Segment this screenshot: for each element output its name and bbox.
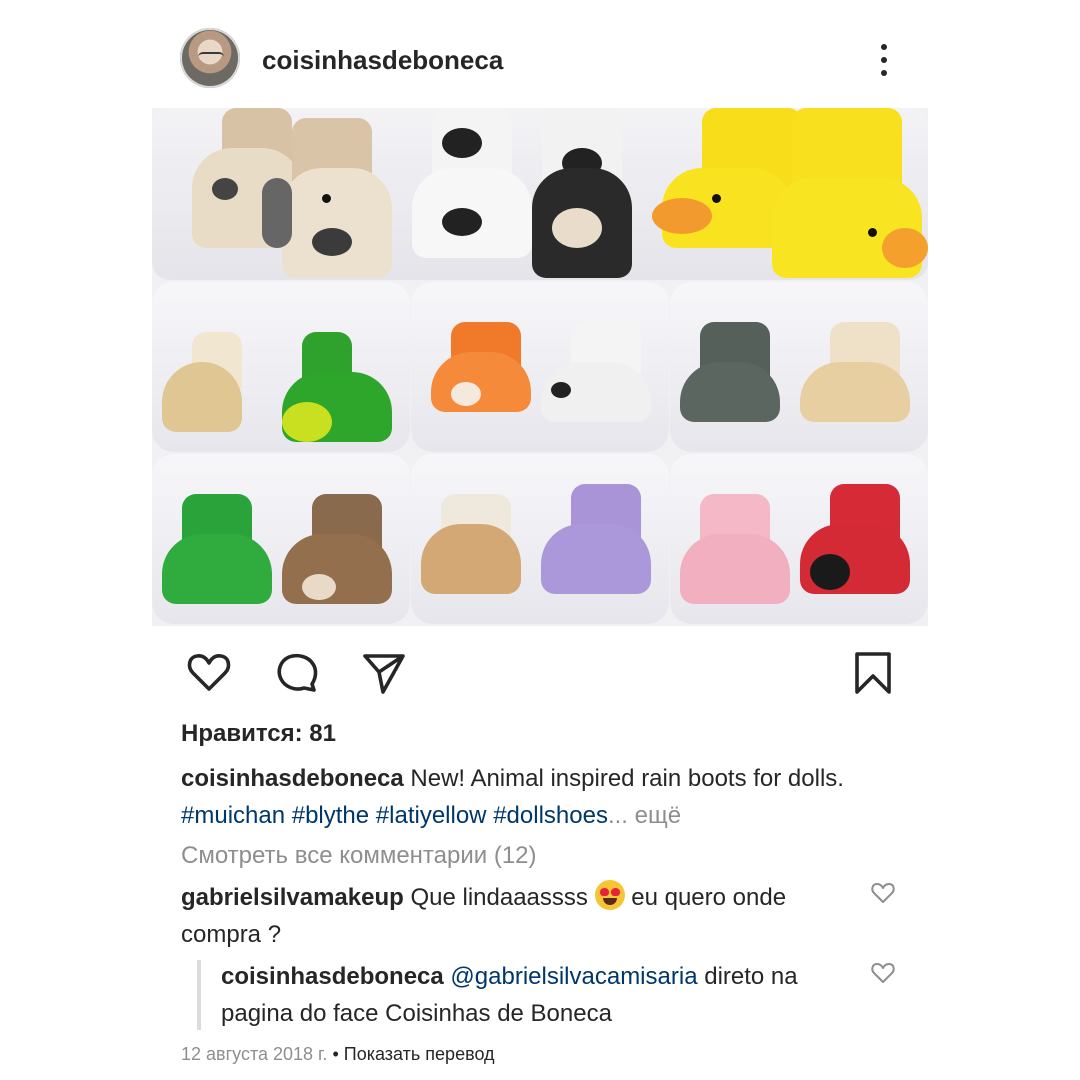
hashtag[interactable]: #dollshoes bbox=[493, 802, 608, 829]
show-translation-link[interactable]: Показать перевод bbox=[344, 1044, 495, 1064]
hashtag[interactable]: #blythe bbox=[292, 802, 369, 829]
view-all-comments-link[interactable]: Смотреть все комментарии (12) bbox=[181, 842, 537, 870]
reply-like-heart-icon[interactable] bbox=[870, 960, 896, 986]
post-caption: coisinhasdeboneca New! Animal inspired r… bbox=[181, 760, 871, 834]
comment-text: Que lindaaassss bbox=[410, 884, 588, 911]
action-bar bbox=[152, 640, 928, 700]
post-image[interactable] bbox=[152, 108, 928, 626]
post-date: 12 августа 2018 г. bbox=[181, 1044, 328, 1064]
meta-separator: • bbox=[332, 1044, 339, 1064]
heart-icon[interactable] bbox=[185, 648, 233, 696]
instagram-post: coisinhasdeboneca Нравится: 81 coisinhas… bbox=[152, 0, 928, 1080]
comment-like-heart-icon[interactable] bbox=[870, 880, 896, 906]
caption-text: New! Animal inspired rain boots for doll… bbox=[410, 765, 844, 792]
image-tile-cow-hippo bbox=[411, 454, 669, 624]
image-tile-elephant-giraffe bbox=[670, 282, 928, 452]
heart-eyes-emoji-icon bbox=[594, 880, 625, 910]
caption-ellipsis: ... bbox=[607, 802, 628, 829]
post-header: coisinhasdeboneca bbox=[152, 28, 928, 90]
image-tile-giraffe-frog bbox=[152, 282, 410, 452]
more-options-icon[interactable] bbox=[866, 40, 902, 80]
reply-comment: coisinhasdeboneca @gabrielsilvacamisaria… bbox=[221, 958, 841, 1032]
image-tile-fox-dalmatian bbox=[411, 282, 669, 452]
avatar[interactable] bbox=[180, 28, 240, 88]
mention-link[interactable]: @gabrielsilvacamisaria bbox=[450, 963, 697, 990]
image-tile-crocodile-bear bbox=[152, 454, 410, 624]
likes-count[interactable]: Нравится: 81 bbox=[181, 720, 336, 748]
comment-author[interactable]: gabrielsilvamakeup bbox=[181, 884, 404, 911]
hashtag[interactable]: #muichan bbox=[181, 802, 285, 829]
image-tile-pig-ladybug bbox=[670, 454, 928, 624]
post-meta: 12 августа 2018 г. • Показать перевод bbox=[181, 1044, 495, 1065]
comment-bubble-icon[interactable] bbox=[272, 648, 320, 696]
reply-author[interactable]: coisinhasdeboneca bbox=[221, 963, 444, 990]
hashtag[interactable]: #latiyellow bbox=[376, 802, 487, 829]
caption-author[interactable]: coisinhasdeboneca bbox=[181, 765, 404, 792]
image-tile-banner bbox=[152, 108, 928, 280]
reply-indent-bar bbox=[197, 960, 201, 1030]
comment: gabrielsilvamakeup Que lindaaassss eu qu… bbox=[181, 879, 861, 953]
paper-plane-icon[interactable] bbox=[359, 648, 407, 696]
post-username[interactable]: coisinhasdeboneca bbox=[262, 45, 503, 76]
bookmark-icon[interactable] bbox=[849, 648, 897, 696]
caption-more-link[interactable]: ещё bbox=[635, 802, 681, 829]
